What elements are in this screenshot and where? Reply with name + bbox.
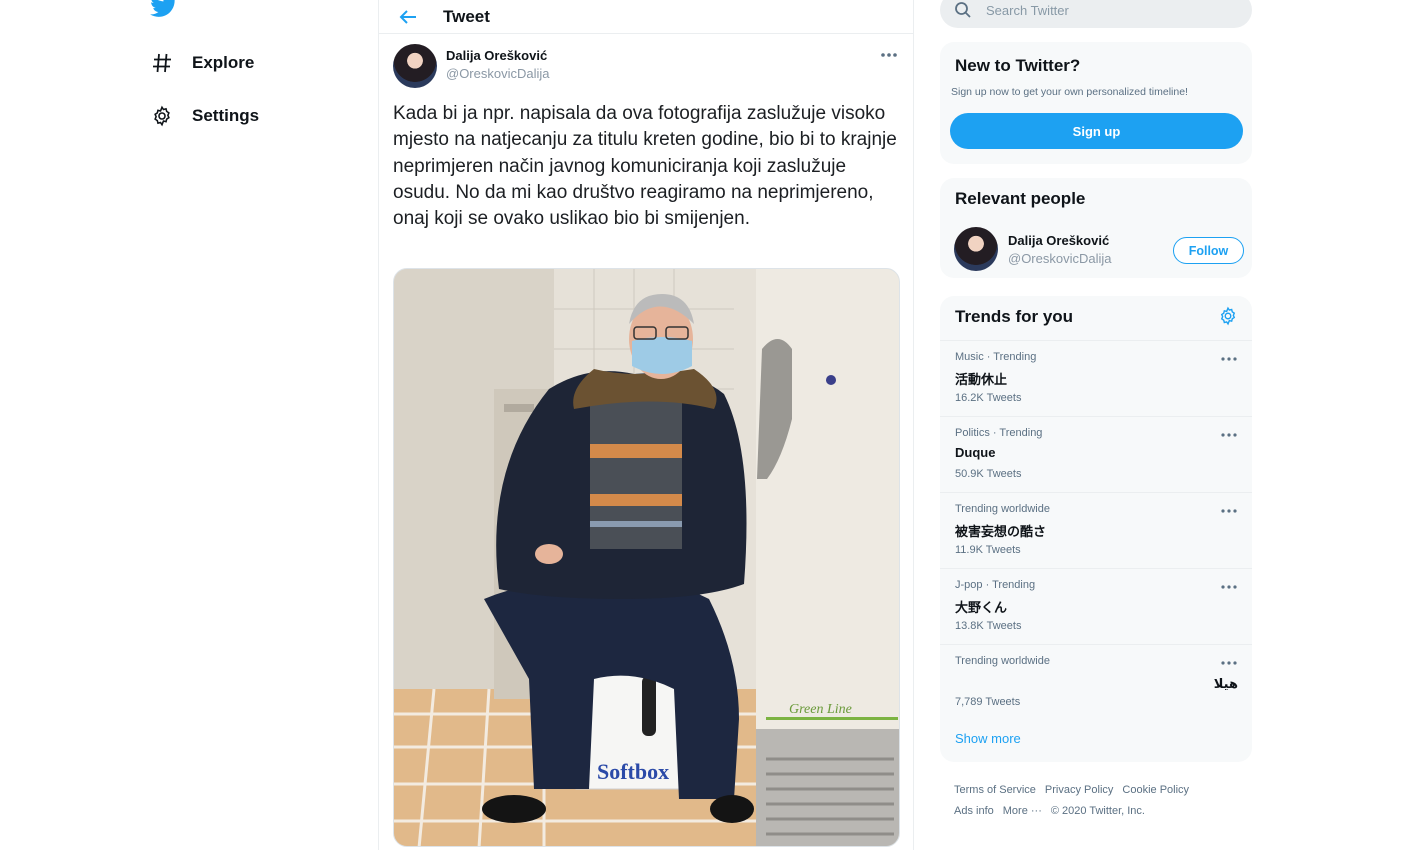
avatar[interactable] bbox=[393, 44, 437, 88]
card-title: New to Twitter? bbox=[955, 56, 1081, 75]
tweet-text: Kada bi ja npr. napisala da ova fotograf… bbox=[393, 103, 897, 230]
trend-count: 16.2K Tweets bbox=[955, 392, 1022, 404]
trend-item[interactable]: Politics · Trending Duque 50.9K Tweets bbox=[940, 416, 1252, 492]
sign-up-button[interactable]: Sign up bbox=[950, 113, 1243, 149]
relevant-people-card: Relevant people Dalija Orešković @Oresko… bbox=[940, 178, 1252, 278]
tweet-author[interactable]: Dalija Orešković @OreskovicDalija bbox=[393, 44, 550, 88]
tweet-header: Tweet bbox=[379, 0, 913, 34]
author-handle[interactable]: @OreskovicDalija bbox=[446, 66, 550, 81]
freezer-label: Green Line bbox=[789, 702, 852, 717]
gear-icon[interactable] bbox=[1218, 306, 1238, 326]
back-arrow-icon[interactable] bbox=[397, 6, 419, 28]
footer-link-cookie[interactable]: Cookie Policy bbox=[1122, 784, 1189, 796]
trend-meta: J-pop · Trending bbox=[955, 579, 1036, 591]
trend-count: 11.9K Tweets bbox=[955, 544, 1021, 556]
gear-icon bbox=[150, 104, 174, 128]
author-name[interactable]: Dalija Orešković bbox=[446, 48, 550, 63]
trend-meta: Trending worldwide bbox=[955, 503, 1050, 515]
search-bar[interactable] bbox=[940, 0, 1252, 28]
footer-link-more[interactable]: More ··· bbox=[1003, 805, 1042, 817]
trend-name: 活動休止 bbox=[955, 372, 1008, 387]
nav-item-explore[interactable]: Explore bbox=[150, 48, 254, 78]
search-input[interactable] bbox=[986, 2, 1226, 18]
trend-name: هيلا bbox=[1213, 676, 1238, 691]
card-title: Trends for you bbox=[955, 307, 1074, 326]
more-options-icon[interactable] bbox=[1220, 579, 1238, 589]
footer-link-terms[interactable]: Terms of Service bbox=[954, 784, 1036, 796]
tweet-column: Tweet Dalija Orešković @OreskovicDalija … bbox=[378, 0, 914, 850]
trend-meta: Trending worldwide bbox=[955, 655, 1050, 667]
trend-meta: Music · Trending bbox=[955, 351, 1037, 363]
footer-link-ads[interactable]: Ads info bbox=[954, 805, 994, 817]
search-icon bbox=[954, 1, 972, 19]
box-label: Softbox bbox=[597, 759, 669, 784]
trend-item[interactable]: J-pop · Trending 大野くん 13.8K Tweets bbox=[940, 568, 1252, 644]
footer-copyright: © 2020 Twitter, Inc. bbox=[1050, 805, 1145, 817]
nav-item-label: Settings bbox=[192, 106, 260, 125]
more-options-icon[interactable] bbox=[1220, 351, 1238, 361]
tweet-photo[interactable]: Green Line Softbox bbox=[393, 268, 900, 847]
more-options-icon[interactable] bbox=[1220, 503, 1238, 513]
person-name[interactable]: Dalija Orešković bbox=[1008, 233, 1112, 248]
trend-item[interactable]: Trending worldwide 被害妄想の酷さ 11.9K Tweets bbox=[940, 492, 1252, 568]
twitter-logo-icon[interactable] bbox=[149, 0, 178, 18]
more-options-icon[interactable] bbox=[1220, 655, 1238, 665]
footer-links: Terms of Service Privacy Policy Cookie Pol… bbox=[954, 780, 1244, 822]
trend-count: 7,789 Tweets bbox=[955, 696, 1021, 708]
avatar[interactable] bbox=[954, 227, 998, 271]
footer-link-privacy[interactable]: Privacy Policy bbox=[1045, 784, 1113, 796]
trend-name: Duque bbox=[955, 445, 996, 460]
new-to-twitter-card: New to Twitter? Sign up now to get your … bbox=[940, 42, 1252, 164]
page-title: Tweet bbox=[443, 6, 490, 26]
trend-count: 50.9K Tweets bbox=[955, 468, 1022, 480]
hashtag-icon bbox=[150, 51, 174, 75]
card-title: Relevant people bbox=[955, 189, 1086, 208]
trend-count: 13.8K Tweets bbox=[955, 620, 1022, 632]
trend-item[interactable]: Trending worldwide هيلا 7,789 Tweets bbox=[940, 644, 1252, 720]
more-options-icon[interactable] bbox=[1220, 427, 1238, 437]
person-handle[interactable]: @OreskovicDalija bbox=[1008, 251, 1112, 266]
trend-meta: Politics · Trending bbox=[955, 427, 1043, 439]
person-row[interactable]: Dalija Orešković @OreskovicDalija Follow bbox=[954, 227, 1244, 271]
card-subtitle: Sign up now to get your own personalized… bbox=[951, 86, 1188, 98]
trend-name: 被害妄想の酷さ bbox=[955, 524, 1047, 539]
trends-card: Trends for you Music · Trending 活動休止 16.… bbox=[940, 296, 1252, 762]
trend-name: 大野くん bbox=[955, 600, 1008, 615]
nav-item-settings[interactable]: Settings bbox=[150, 101, 259, 131]
trend-item[interactable]: Music · Trending 活動休止 16.2K Tweets bbox=[940, 340, 1252, 416]
follow-button[interactable]: Follow bbox=[1173, 237, 1244, 264]
show-more-link[interactable]: Show more bbox=[955, 731, 1021, 746]
nav-item-label: Explore bbox=[192, 53, 255, 72]
more-options-icon[interactable] bbox=[879, 48, 899, 60]
